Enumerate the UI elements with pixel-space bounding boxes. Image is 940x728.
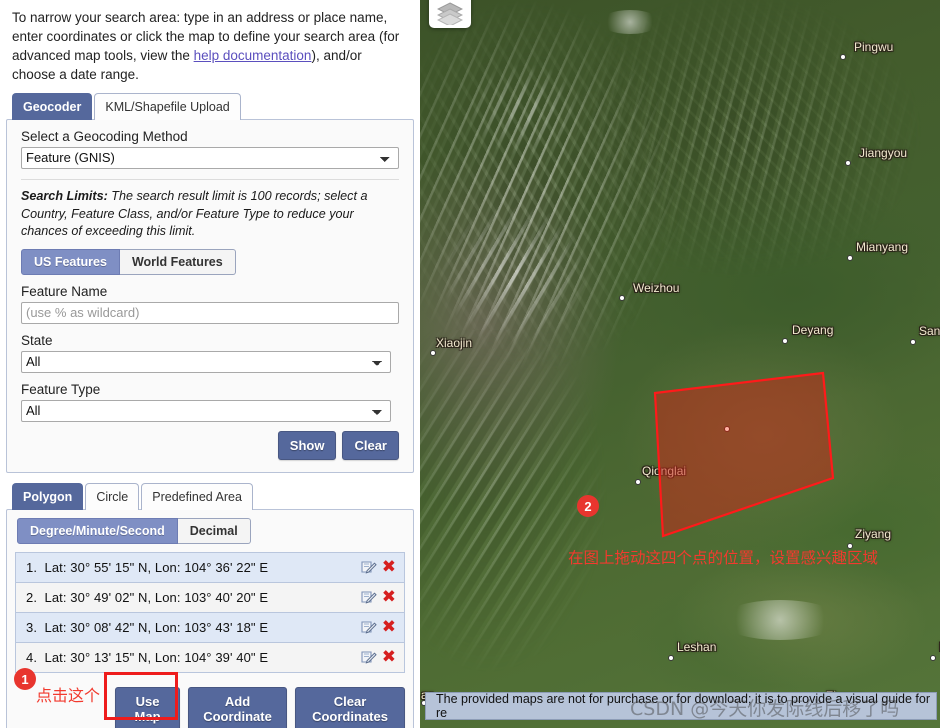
coordinate-row-actions: ✖ — [360, 559, 396, 576]
coordinate-row[interactable]: 2. Lat: 30° 49' 02" N, Lon: 103° 40' 20"… — [15, 582, 405, 612]
map-viewport[interactable]: PingwuJiangyouMianyangWeizhouDeyangSanta… — [420, 0, 940, 728]
state-label: State — [21, 332, 53, 348]
coordinate-format-toggle: Degree/Minute/Second Decimal — [17, 518, 403, 544]
coordinate-list: 1. Lat: 30° 55' 15" N, Lon: 104° 36' 22"… — [7, 546, 413, 679]
state-select[interactable]: All — [21, 350, 391, 373]
world-features-button[interactable]: World Features — [119, 248, 236, 275]
tab-polygon[interactable]: Polygon — [12, 482, 84, 510]
edit-icon[interactable] — [360, 560, 378, 576]
show-button[interactable]: Show — [277, 430, 337, 460]
coordinate-row[interactable]: 4. Lat: 30° 13' 15" N, Lon: 104° 39' 40"… — [15, 642, 405, 673]
annotation-badge-2: 2 — [577, 495, 599, 517]
tab-circle[interactable]: Circle — [85, 482, 140, 510]
annotation-note-1: 点击这个 — [36, 686, 101, 705]
coordinate-text: 4. Lat: 30° 13' 15" N, Lon: 104° 39' 40"… — [26, 650, 268, 665]
dms-format-button[interactable]: Degree/Minute/Second — [17, 518, 178, 544]
help-documentation-link[interactable]: help documentation — [194, 48, 312, 63]
roi-shape[interactable] — [653, 371, 835, 538]
layers-icon[interactable] — [429, 0, 471, 28]
coordinate-value: Lat: 30° 55' 15" N, Lon: 104° 36' 22" E — [44, 560, 269, 575]
annotation-badge-1: 1 — [14, 668, 36, 690]
feature-type-select[interactable]: All — [21, 399, 391, 422]
clear-button[interactable]: Clear — [342, 430, 399, 460]
coordinate-text: 1. Lat: 30° 55' 15" N, Lon: 104° 36' 22"… — [26, 560, 268, 575]
coordinate-value: Lat: 30° 49' 02" N, Lon: 103° 40' 20" E — [44, 590, 269, 605]
decimal-format-button[interactable]: Decimal — [177, 518, 251, 544]
region-of-interest-polygon[interactable] — [420, 0, 940, 728]
edit-icon[interactable] — [360, 650, 378, 666]
clear-coordinates-button[interactable]: Clear Coordinates — [294, 687, 406, 728]
edit-icon[interactable] — [360, 620, 378, 636]
coordinate-row-actions: ✖ — [360, 589, 396, 606]
delete-icon[interactable]: ✖ — [382, 649, 396, 666]
intro-text: To narrow your search area: type in an a… — [0, 0, 420, 87]
tab-geocoder[interactable]: Geocoder — [12, 92, 93, 120]
coordinate-index: 4. — [26, 650, 38, 665]
intro-line-2: enter coordinates or click the map to de… — [12, 29, 400, 45]
status-bar: The provided maps are not for purchase o… — [425, 692, 937, 720]
us-features-button[interactable]: US Features — [21, 248, 120, 275]
tab-predefined-area[interactable]: Predefined Area — [141, 482, 253, 510]
delete-icon[interactable]: ✖ — [382, 619, 396, 636]
area-tabbar: Polygon Circle Predefined Area — [0, 482, 420, 510]
coordinate-index: 1. — [26, 560, 38, 575]
geocoder-panel: Select a Geocoding Method Feature (GNIS)… — [6, 118, 414, 473]
divider — [21, 178, 399, 180]
coordinate-text: 2. Lat: 30° 49' 02" N, Lon: 103° 40' 20"… — [26, 590, 268, 605]
use-map-button[interactable]: Use Map — [115, 687, 181, 728]
feature-name-input[interactable] — [21, 301, 399, 324]
coordinate-row-actions: ✖ — [360, 619, 396, 636]
annotation-note-2: 在图上拖动这四个点的位置，设置感兴趣区域 — [568, 549, 879, 567]
geocoder-actions: Show Clear — [7, 422, 413, 472]
search-criteria-panel: To narrow your search area: type in an a… — [0, 0, 420, 728]
coordinate-row[interactable]: 3. Lat: 30° 08' 42" N, Lon: 103° 43' 18"… — [15, 612, 405, 642]
delete-icon[interactable]: ✖ — [382, 589, 396, 606]
coordinate-index: 2. — [26, 590, 38, 605]
search-limits-text: Search Limits: The search result limit i… — [21, 188, 399, 241]
chengdu-city-dot — [724, 426, 730, 432]
coordinate-value: Lat: 30° 13' 15" N, Lon: 104° 39' 40" E — [44, 650, 269, 665]
coordinate-value: Lat: 30° 08' 42" N, Lon: 103° 43' 18" E — [44, 620, 269, 635]
intro-line-3a: advanced map tools, view the — [12, 48, 194, 64]
tab-kml-shapefile-upload[interactable]: KML/Shapefile Upload — [94, 92, 241, 120]
feature-scope-toggle: US Features World Features — [21, 248, 399, 275]
add-coordinate-button[interactable]: Add Coordinate — [188, 687, 287, 728]
coordinate-index: 3. — [26, 620, 38, 635]
edit-icon[interactable] — [360, 590, 378, 606]
geocoder-tabbar: Geocoder KML/Shapefile Upload — [0, 92, 420, 120]
status-text: The provided maps are not for purchase o… — [436, 692, 931, 720]
coordinate-row-actions: ✖ — [360, 649, 396, 666]
intro-line-3b: ), and/or — [311, 48, 362, 64]
feature-type-label: Feature Type — [21, 381, 101, 397]
intro-line-4: choose a date range. — [12, 67, 139, 83]
feature-name-label: Feature Name — [21, 283, 108, 299]
layers-glyph — [437, 2, 463, 25]
geocoding-method-select[interactable]: Feature (GNIS) — [21, 146, 399, 169]
intro-line-1: To narrow your search area: type in an a… — [12, 10, 388, 25]
geocoding-method-label: Select a Geocoding Method — [21, 128, 188, 144]
coordinate-row[interactable]: 1. Lat: 30° 55' 15" N, Lon: 104° 36' 22"… — [15, 552, 405, 582]
coordinate-text: 3. Lat: 30° 08' 42" N, Lon: 103° 43' 18"… — [26, 620, 268, 635]
delete-icon[interactable]: ✖ — [382, 559, 396, 576]
search-limits-label: Search Limits: — [21, 188, 108, 203]
